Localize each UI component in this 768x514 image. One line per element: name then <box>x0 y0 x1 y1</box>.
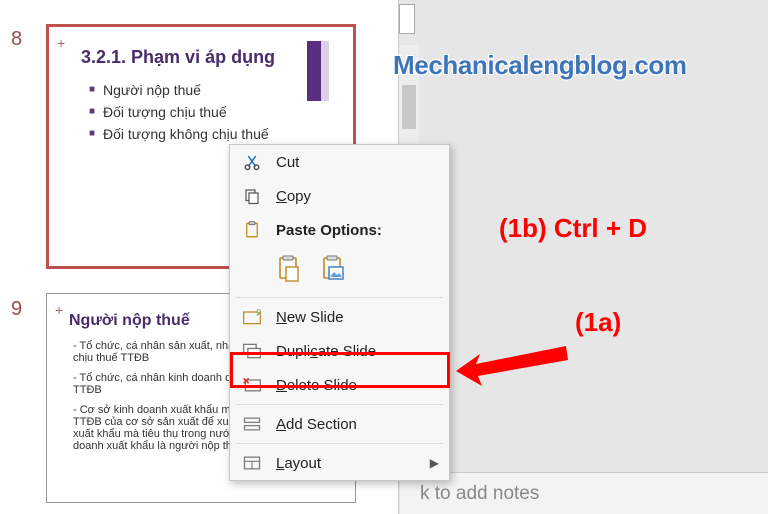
menu-label: Cut <box>276 154 299 171</box>
context-menu: Cut Copy Paste Options: New Slide Duplic… <box>229 144 450 481</box>
paste-picture-button[interactable] <box>318 253 348 285</box>
menu-separator <box>236 443 443 444</box>
annotation-arrow <box>454 326 574 386</box>
menu-paste-options: Paste Options: <box>230 213 449 247</box>
duplicate-slide-icon <box>240 339 264 363</box>
slide-number-9: 9 <box>11 298 22 321</box>
paste-destination-theme-button[interactable] <box>274 253 304 285</box>
plus-marker: + <box>55 302 63 318</box>
slide-title: 3.2.1. Phạm vi áp dụng <box>81 47 331 68</box>
menu-label: Add Section <box>276 416 357 433</box>
decorative-bar <box>307 41 329 101</box>
slide-bullets: Người nộp thuế Đối tượng chịu thuế Đối t… <box>89 82 331 142</box>
slide-edge <box>399 4 415 34</box>
menu-label: Copy <box>276 188 311 205</box>
notes-placeholder[interactable]: k to add notes <box>400 472 768 514</box>
copy-icon <box>240 184 264 208</box>
scrollbar-thumb[interactable] <box>402 85 416 129</box>
delete-slide-icon <box>240 373 264 397</box>
menu-add-section[interactable]: Add Section <box>230 407 449 441</box>
paste-icon <box>240 218 264 242</box>
menu-label: New Slide <box>276 309 344 326</box>
menu-delete-slide[interactable]: Delete Slide <box>230 368 449 402</box>
menu-duplicate-slide[interactable]: Duplicate Slide <box>230 334 449 368</box>
layout-icon <box>240 451 264 475</box>
menu-label: Paste Options: <box>276 222 382 239</box>
menu-copy[interactable]: Copy <box>230 179 449 213</box>
submenu-arrow-icon: ▶ <box>430 456 439 470</box>
menu-layout[interactable]: Layout ▶ <box>230 446 449 480</box>
cut-icon <box>240 150 264 174</box>
menu-label: Delete Slide <box>276 377 357 394</box>
bullet-item: Đối tượng không chịu thuế <box>89 126 331 142</box>
menu-label: Layout <box>276 455 321 472</box>
paste-options-row <box>230 247 449 295</box>
annotation-1b: (1b) Ctrl + D <box>499 213 647 244</box>
menu-label: Duplicate Slide <box>276 343 376 360</box>
menu-cut[interactable]: Cut <box>230 145 449 179</box>
slide-number-8: 8 <box>11 28 22 51</box>
menu-new-slide[interactable]: New Slide <box>230 300 449 334</box>
add-section-icon <box>240 412 264 436</box>
watermark-text: Mechanicalengblog.com <box>393 50 687 81</box>
plus-marker: + <box>57 35 65 51</box>
new-slide-icon <box>240 305 264 329</box>
annotation-1a: (1a) <box>575 307 621 338</box>
bullet-item: Người nộp thuế <box>89 82 331 98</box>
menu-separator <box>236 404 443 405</box>
bullet-item: Đối tượng chịu thuế <box>89 104 331 120</box>
menu-separator <box>236 297 443 298</box>
